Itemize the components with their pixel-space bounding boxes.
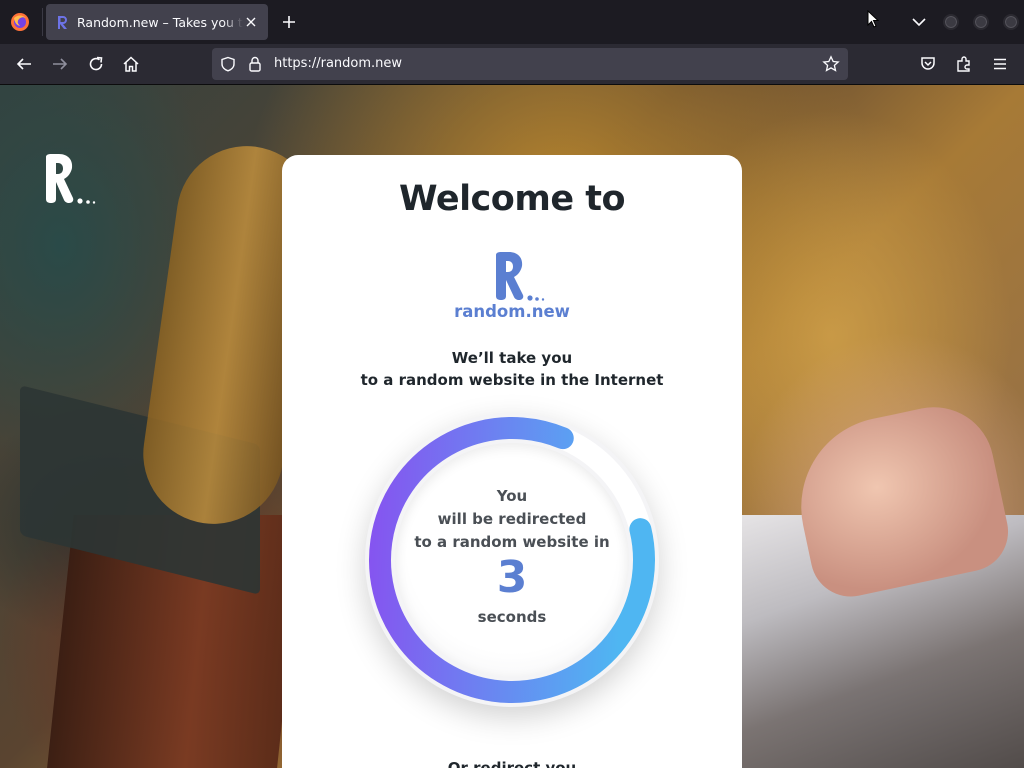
tab-bar: Random.new – Takes you to a random websi… — [0, 0, 1024, 44]
tagline-line-1: We’ll take you — [451, 349, 573, 367]
page-viewport: Welcome to random.new We’ll take you to … — [0, 85, 1024, 768]
lock-icon[interactable] — [248, 55, 262, 73]
brand-name: random.new — [454, 302, 570, 321]
navigation-toolbar: https://random.new — [0, 44, 1024, 85]
site-logo-icon[interactable] — [43, 153, 99, 209]
tab-random-new[interactable]: Random.new – Takes you to a random websi… — [46, 4, 268, 40]
plus-icon[interactable] — [280, 13, 298, 31]
countdown-unit: seconds — [477, 608, 547, 626]
countdown-message: You will be redirected to a random websi… — [365, 485, 659, 554]
close-icon[interactable] — [243, 14, 259, 30]
welcome-heading: Welcome to — [398, 179, 626, 219]
star-icon[interactable] — [822, 55, 840, 73]
url-text[interactable]: https://random.new — [274, 55, 402, 73]
tab-title: Random.new – Takes you to a random websi… — [77, 15, 243, 30]
back-arrow-icon[interactable] — [15, 55, 33, 73]
countdown-line-1: You — [496, 487, 528, 505]
redirect-alternative-text: Or redirect you — [447, 759, 577, 768]
countdown-ring: You will be redirected to a random websi… — [365, 413, 659, 707]
firefox-logo-icon[interactable] — [10, 12, 30, 32]
maximize-button[interactable] — [973, 14, 989, 30]
countdown-number: 3 — [496, 552, 528, 603]
welcome-card: Welcome to random.new We’ll take you to … — [282, 155, 742, 768]
tab-separator — [42, 8, 43, 36]
random-new-logo-icon — [496, 252, 545, 301]
countdown-line-3: to a random website in — [414, 533, 610, 551]
forward-arrow-icon[interactable] — [51, 55, 69, 73]
countdown-line-2: will be redirected — [437, 510, 587, 528]
tagline-line-2: to a random website in the Internet — [360, 371, 664, 389]
mouse-cursor-icon — [867, 10, 879, 28]
pocket-icon[interactable] — [919, 55, 937, 73]
hamburger-menu-icon[interactable] — [991, 55, 1009, 73]
minimize-button[interactable] — [943, 14, 959, 30]
home-icon[interactable] — [122, 55, 140, 73]
tagline: We’ll take you to a random website in th… — [282, 347, 742, 391]
reload-icon[interactable] — [87, 55, 105, 73]
random-new-favicon-icon — [58, 16, 67, 29]
extensions-icon[interactable] — [955, 55, 973, 73]
shield-icon[interactable] — [220, 56, 236, 72]
url-bar[interactable]: https://random.new — [212, 48, 848, 80]
close-window-button[interactable] — [1003, 14, 1019, 30]
chevron-down-icon[interactable] — [910, 14, 928, 30]
